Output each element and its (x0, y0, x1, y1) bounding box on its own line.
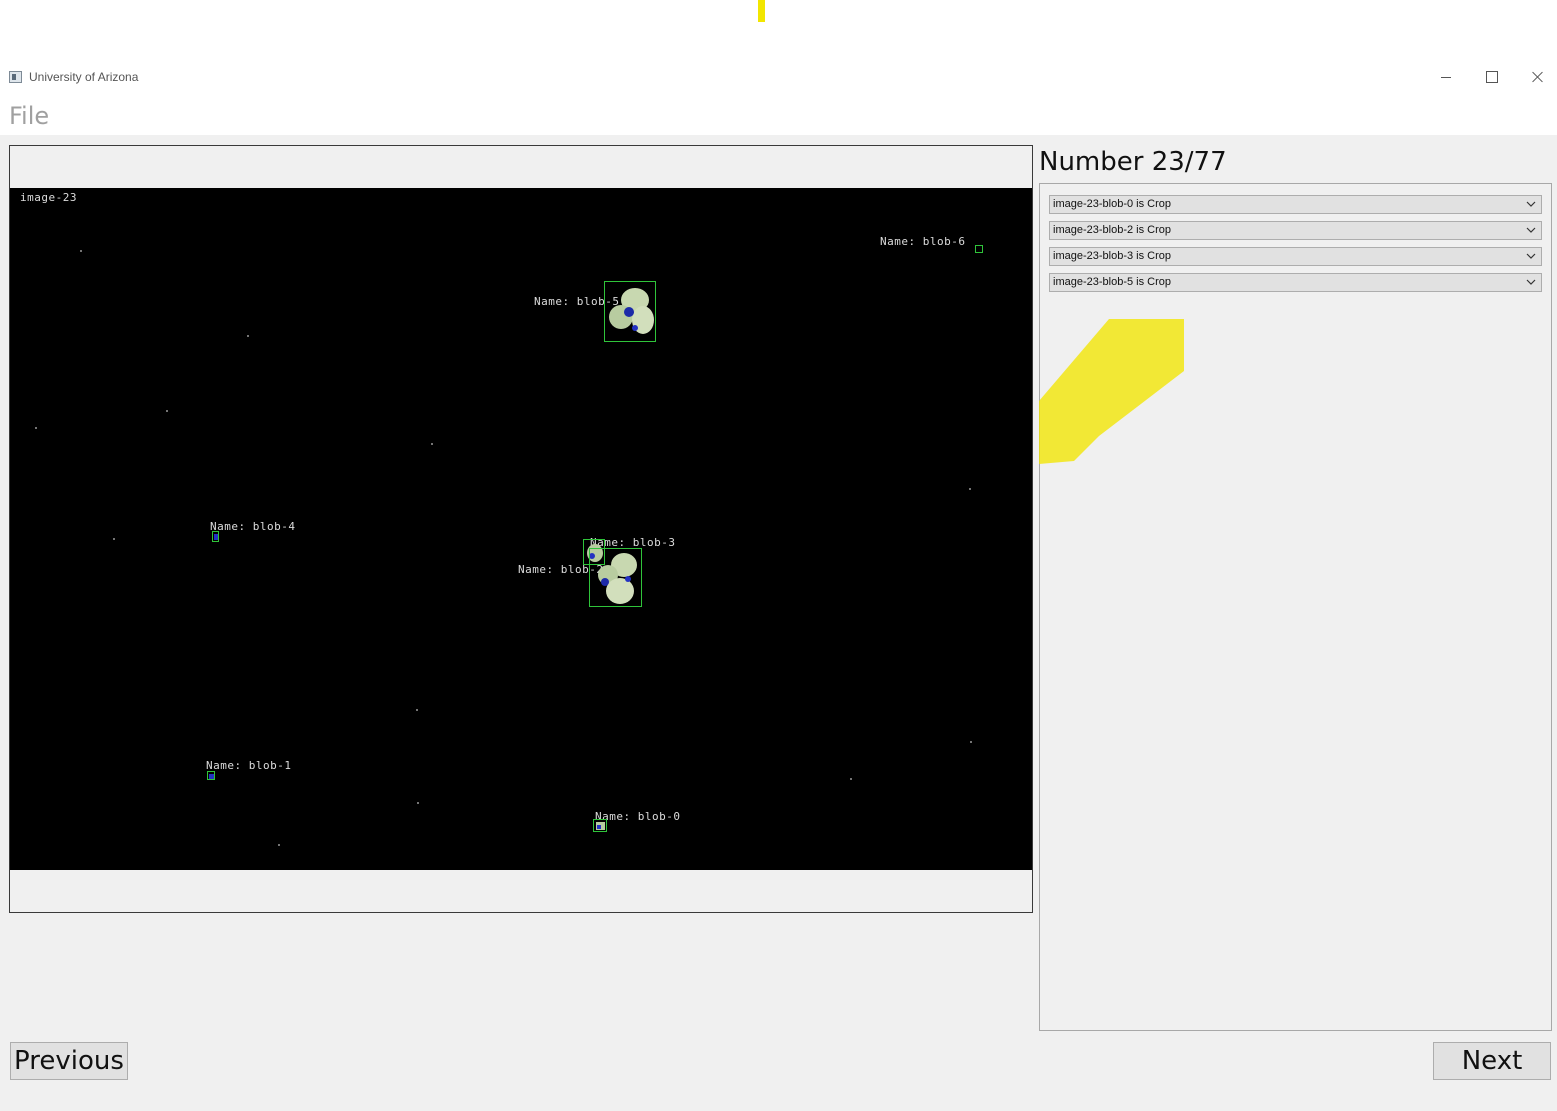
noise-speck (416, 709, 418, 711)
app-window-icon (9, 71, 22, 83)
blob-label: Name: blob-6 (880, 235, 966, 248)
blob-box (212, 531, 219, 542)
app-root: University of Arizona File image-23 Name… (0, 0, 1557, 1111)
highlight-marker (758, 0, 765, 22)
blob-box (207, 771, 215, 780)
minimize-icon[interactable] (1424, 62, 1470, 92)
blob-label: Name: blob-0 (595, 810, 681, 823)
noise-speck (431, 443, 433, 445)
noise-speck (113, 538, 115, 540)
plant-blob (609, 288, 654, 334)
noise-speck (166, 410, 168, 412)
image-viewer: image-23 Name: blob-6 Name: blob-5 Name:… (9, 145, 1033, 913)
noise-speck (850, 778, 852, 780)
close-icon[interactable] (1515, 62, 1557, 92)
noise-speck (247, 335, 249, 337)
menu-file[interactable]: File (9, 102, 49, 130)
classification-value: image-23-blob-0 is Crop (1053, 198, 1171, 210)
next-button[interactable]: Next (1433, 1042, 1551, 1080)
blob-box (593, 819, 607, 832)
classification-select[interactable]: image-23-blob-3 is Crop (1049, 247, 1542, 266)
noise-speck (35, 427, 37, 429)
title-bar: University of Arizona (0, 62, 1557, 92)
image-counter: Number 23/77 (1039, 147, 1227, 177)
blob-label: Name: blob-4 (210, 520, 296, 533)
image-name-label: image-23 (20, 191, 77, 204)
classification-value: image-23-blob-2 is Crop (1053, 224, 1171, 236)
blob-box (604, 281, 656, 342)
noise-speck (970, 741, 972, 743)
chevron-down-icon (1526, 201, 1536, 207)
noise-speck (80, 250, 82, 252)
menu-bar: File (0, 100, 1557, 134)
chevron-down-icon (1526, 253, 1536, 259)
classification-select[interactable]: image-23-blob-5 is Crop (1049, 273, 1542, 292)
maximize-icon[interactable] (1469, 62, 1515, 92)
blob-box (589, 548, 642, 607)
blob-label: Name: blob-1 (206, 759, 292, 772)
classification-select[interactable]: image-23-blob-0 is Crop (1049, 195, 1542, 214)
previous-button[interactable]: Previous (10, 1042, 128, 1080)
classification-value: image-23-blob-5 is Crop (1053, 276, 1171, 288)
chevron-down-icon (1526, 227, 1536, 233)
segmented-image: image-23 Name: blob-6 Name: blob-5 Name:… (10, 188, 1032, 870)
noise-speck (969, 488, 971, 490)
main-content: image-23 Name: blob-6 Name: blob-5 Name:… (0, 135, 1557, 1111)
plant-blob (598, 553, 637, 604)
chevron-down-icon (1526, 279, 1536, 285)
noise-speck (417, 802, 419, 804)
noise-speck (278, 844, 280, 846)
blob-box (975, 245, 983, 253)
window-title: University of Arizona (29, 70, 139, 84)
classification-select[interactable]: image-23-blob-2 is Crop (1049, 221, 1542, 240)
classification-list: image-23-blob-0 is Crop image-23-blob-2 … (1039, 183, 1552, 1031)
classification-value: image-23-blob-3 is Crop (1053, 250, 1171, 262)
